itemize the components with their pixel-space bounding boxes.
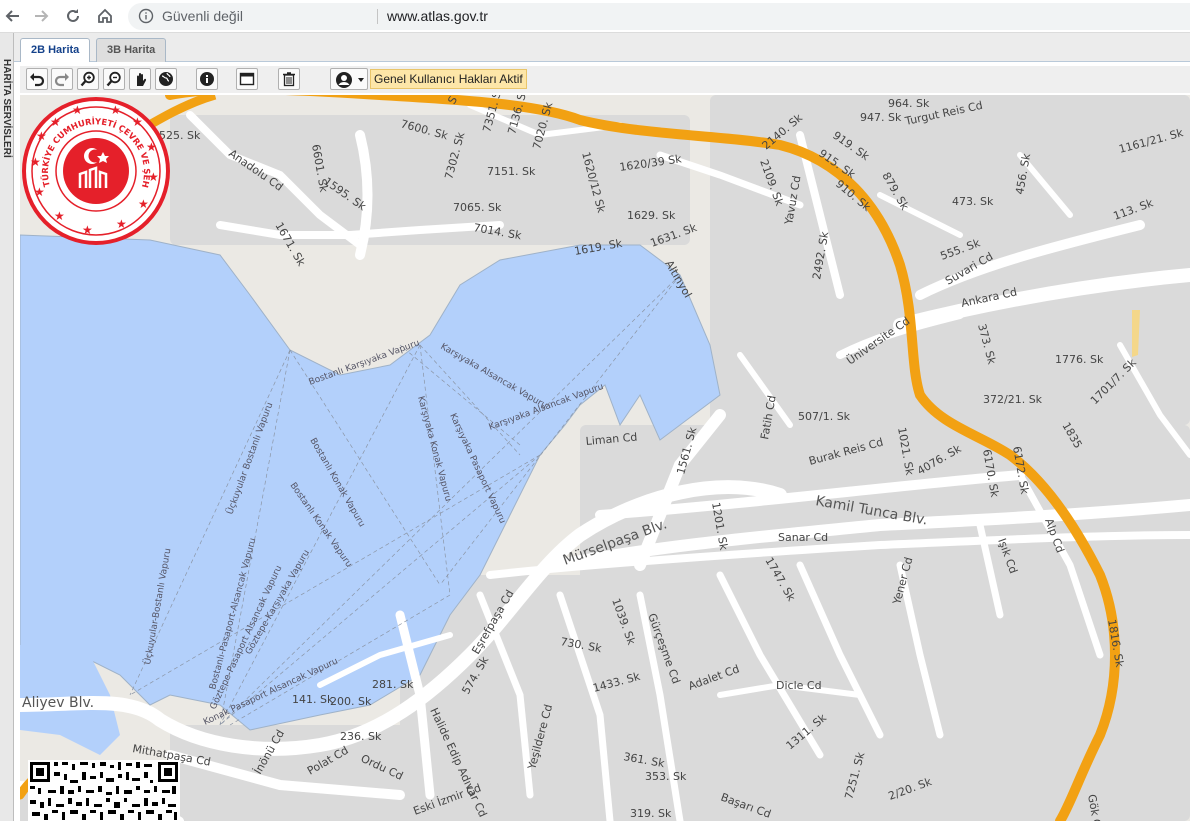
svg-text:★: ★ [54,209,65,223]
svg-text:★: ★ [50,115,61,129]
map-label: 507/1. Sk [798,410,851,423]
zoom-out-button[interactable] [103,68,125,90]
map-label: 319. Sk [630,807,672,820]
redo-button[interactable] [51,68,73,90]
map-label: 947. Sk [860,111,902,124]
undo-icon [30,73,45,87]
map-label: 964. Sk [888,97,930,110]
map-label: 473. Sk [952,195,994,208]
info-button[interactable] [196,68,218,90]
reload-button[interactable] [60,4,86,28]
map-label: 200. Sk [330,695,372,708]
forward-arrow-icon [35,10,49,22]
map-tabs: 2B Harita 3B Harita [14,33,1190,62]
globe-icon [159,72,173,86]
map-label: Sanar Cd [778,531,828,544]
map-svg[interactable]: Anadolu Cd 6525. Sk 6601. Sk 7600. Sk 73… [20,95,1190,821]
back-arrow-icon [5,10,19,22]
svg-text:★: ★ [72,103,83,117]
svg-text:★: ★ [110,103,121,117]
url-text[interactable]: www.atlas.gov.tr [387,8,488,24]
map-label: 1629. Sk [627,209,676,222]
map-label: 236. Sk [340,730,382,743]
svg-text:★: ★ [82,223,93,237]
window-button[interactable] [236,68,258,90]
map-label: 372/21. Sk [983,393,1043,406]
window-icon [239,72,255,86]
user-icon [336,72,364,88]
home-icon [98,8,112,23]
home-button[interactable] [92,4,118,28]
map-label: 281. Sk [372,678,414,691]
side-panel-label: HARİTA SERVİSLERİ [1,59,12,158]
map-label: Dicle Cd [776,679,822,692]
map-label: Aliyev Blv. [22,695,94,711]
reload-icon [67,9,79,22]
map-canvas[interactable]: Anadolu Cd 6525. Sk 6601. Sk 7600. Sk 73… [20,95,1190,821]
map-services-panel-toggle[interactable]: HARİTA SERVİSLERİ [0,33,14,821]
user-rights-status: Genel Kullanıcı Hakları Aktif [370,69,527,89]
ministry-seal: ★ ★ ★ ★ ★ ★ ★ ★ ★ ★ ★ ★ ★ TÜRKİYE CUMHURİYETİ ÇE… [16,87,172,246]
pan-button[interactable] [129,68,151,90]
tab-3d-map[interactable]: 3B Harita [96,38,167,62]
qr-code-graphic [28,760,180,821]
map-toolbar: Genel Kullanıcı Hakları Aktif [20,66,1190,93]
svg-text:★: ★ [138,197,149,211]
back-button[interactable] [0,4,26,28]
zoom-in-button[interactable] [77,68,99,90]
address-bar[interactable]: Güvenli değil www.atlas.gov.tr [128,3,1190,30]
qr-code [28,760,180,821]
full-extent-button[interactable] [155,68,177,90]
address-separator [377,9,378,24]
svg-text:★: ★ [30,155,41,169]
ministry-seal-graphic: ★★ ★ ★★★ ★★★ ★★★ ★ TÜRKİYE CUMHURİYETİ ÇE… [16,87,170,245]
map-label: 7065. Sk [453,201,502,214]
map-label: 353. Sk [645,770,687,783]
browser-toolbar: Güvenli değil www.atlas.gov.tr [0,0,1190,33]
map-label: 1776. Sk [1055,353,1104,366]
security-status: Güvenli değil [162,8,243,24]
tab-2d-map[interactable]: 2B Harita [20,38,91,62]
undo-button[interactable] [26,68,48,90]
info-circle-icon[interactable] [138,8,154,24]
pan-hand-icon [137,73,147,86]
map-label: 141. Sk [292,693,334,706]
trash-icon [283,72,295,87]
info-icon [200,72,214,86]
svg-text:★: ★ [132,115,143,129]
zoom-in-icon [80,71,95,87]
zoom-out-icon [106,71,121,87]
redo-icon [54,73,69,87]
map-label: 7151. Sk [487,165,536,178]
svg-text:★: ★ [116,217,127,231]
clear-button[interactable] [278,68,300,90]
forward-button[interactable] [28,4,54,28]
user-menu-dropdown[interactable] [330,68,368,90]
svg-text:★: ★ [36,129,47,143]
